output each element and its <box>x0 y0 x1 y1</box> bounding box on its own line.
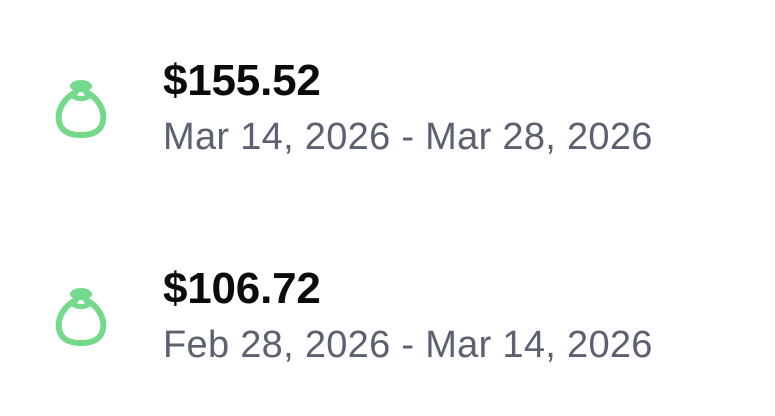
payment-date-range: Mar 14, 2026 - Mar 28, 2026 <box>163 116 653 158</box>
payments-list: $155.52 Mar 14, 2026 - Mar 28, 2026 $106… <box>0 0 775 414</box>
payment-amount: $155.52 <box>163 56 321 105</box>
payment-amount: $106.72 <box>163 264 321 313</box>
payment-date-range: Feb 28, 2026 - Mar 14, 2026 <box>163 324 653 366</box>
money-bag-icon <box>52 76 110 140</box>
money-bag-icon <box>52 284 110 348</box>
payment-item[interactable]: $155.52 Mar 14, 2026 - Mar 28, 2026 <box>0 48 775 208</box>
payment-item[interactable]: $106.72 Feb 28, 2026 - Mar 14, 2026 <box>0 256 775 416</box>
